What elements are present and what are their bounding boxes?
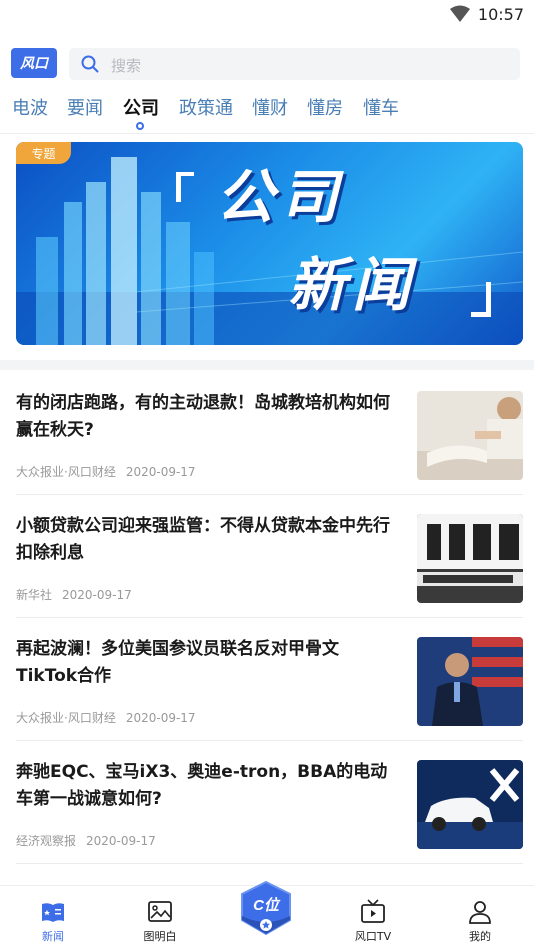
channel-tabs: 电波 要闻 公司 政策通 懂财 懂房 懂车 bbox=[0, 94, 534, 132]
nav-c-position[interactable]: C位 bbox=[238, 880, 294, 940]
news-date: 2020-09-17 bbox=[125, 465, 196, 479]
tab-dongcai[interactable]: 懂财 bbox=[252, 94, 288, 120]
news-source: 新华社 bbox=[16, 588, 53, 602]
divider bbox=[16, 863, 523, 864]
nav-label: 图明白 bbox=[143, 930, 177, 943]
news-meta: 大众报业·风口财经 2020-09-17 bbox=[16, 463, 196, 480]
tab-dongfang[interactable]: 懂房 bbox=[307, 94, 343, 120]
news-meta: 大众报业·风口财经 2020-09-17 bbox=[16, 709, 196, 726]
news-meta: 经济观察报 2020-09-17 bbox=[16, 832, 156, 849]
nav-news[interactable]: 新闻 bbox=[13, 886, 93, 949]
microcredit-sign-photo bbox=[417, 514, 523, 603]
search-bar[interactable]: 搜索 bbox=[69, 48, 520, 80]
tab-yaowen[interactable]: 要闻 bbox=[67, 94, 103, 120]
news-title: 有的闭店跑路，有的主动退款！岛城教培机构如何赢在秋天? bbox=[16, 393, 390, 440]
status-time: 10:57 bbox=[477, 5, 524, 24]
banner-title-line2: 新闻 bbox=[288, 251, 417, 319]
nav-label: 我的 bbox=[469, 930, 491, 943]
news-item[interactable]: 再起波澜！多位美国参议员联名反对甲骨文TikTok合作 大众报业·风口财经 202… bbox=[16, 618, 523, 741]
nav-label: 风口TV bbox=[354, 930, 392, 943]
nav-tumingbai[interactable]: 图明白 bbox=[120, 886, 200, 949]
news-date: 2020-09-17 bbox=[62, 588, 132, 602]
tab-gongsi[interactable]: 公司 bbox=[123, 94, 159, 120]
search-icon bbox=[81, 55, 99, 73]
news-source: 大众报业·风口财经 bbox=[16, 465, 116, 479]
white-suv-photo bbox=[417, 760, 523, 849]
banner-tag: 专题 bbox=[16, 142, 71, 164]
news-source: 大众报业·风口财经 bbox=[16, 711, 116, 725]
news-item[interactable]: 小额贷款公司迎来强监管：不得从贷款本金中先行扣除利息 新华社 2020-09-17 bbox=[16, 495, 523, 618]
tab-zhengcetong[interactable]: 政策通 bbox=[179, 94, 233, 120]
news-item[interactable]: 奔驰EQC、宝马iX3、奥迪e-tron，BBA的电动车第一战诚意如何? 经济观… bbox=[16, 741, 523, 864]
active-tab-indicator bbox=[136, 122, 144, 130]
nav-c-label: C位 bbox=[253, 896, 281, 914]
app-logo[interactable]: 风口 bbox=[11, 48, 57, 78]
tv-icon bbox=[361, 899, 385, 923]
search-placeholder: 搜索 bbox=[111, 57, 142, 75]
news-item[interactable]: 有的闭店跑路，有的主动退款！岛城教培机构如何赢在秋天? 大众报业·风口财经 202… bbox=[16, 372, 523, 495]
news-title: 奔驰EQC、宝马iX3、奥迪e-tron，BBA的电动车第一战诚意如何? bbox=[16, 762, 388, 809]
c-position-badge-icon: C位 bbox=[241, 880, 291, 936]
tab-dongche[interactable]: 懂车 bbox=[363, 94, 399, 120]
news-source: 经济观察报 bbox=[16, 834, 77, 848]
status-bar: 10:57 bbox=[0, 0, 534, 30]
news-date: 2020-09-17 bbox=[86, 834, 156, 848]
news-title: 再起波澜！多位美国参议员联名反对甲骨文TikTok合作 bbox=[16, 639, 339, 686]
image-icon bbox=[148, 901, 172, 922]
news-title: 小额贷款公司迎来强监管：不得从贷款本金中先行扣除利息 bbox=[16, 516, 390, 563]
banner-title-line1: 公司 bbox=[216, 163, 345, 231]
nav-fengkou-tv[interactable]: 风口TV bbox=[333, 886, 413, 949]
tabs-divider bbox=[0, 133, 534, 134]
news-book-icon bbox=[42, 903, 64, 922]
topic-banner[interactable]: 专题 公司 新闻 bbox=[16, 142, 523, 345]
wifi-icon bbox=[450, 5, 470, 22]
reading-book-photo bbox=[417, 391, 523, 480]
news-meta: 新华社 2020-09-17 bbox=[16, 586, 132, 603]
nav-label: 新闻 bbox=[42, 930, 64, 943]
user-icon bbox=[469, 901, 491, 924]
nav-mine[interactable]: 我的 bbox=[440, 886, 520, 949]
header: 风口 搜索 bbox=[0, 46, 534, 82]
section-gap bbox=[0, 360, 534, 370]
news-date: 2020-09-17 bbox=[125, 711, 196, 725]
tab-dianbo[interactable]: 电波 bbox=[12, 94, 48, 120]
speaker-flag-photo bbox=[417, 637, 523, 726]
